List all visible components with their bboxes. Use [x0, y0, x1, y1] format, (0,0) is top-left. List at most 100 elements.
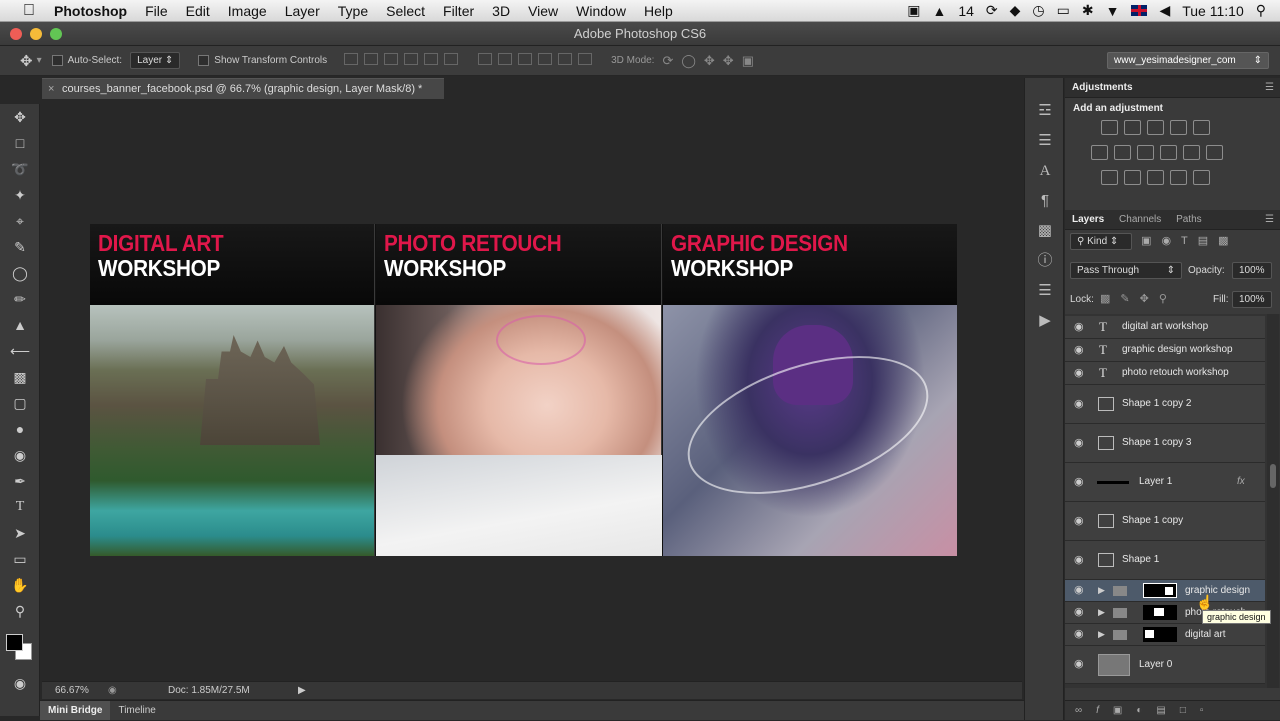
- visibility-eye-icon[interactable]: ◉: [1074, 624, 1084, 645]
- history-panel-icon[interactable]: ☰: [1025, 276, 1065, 306]
- menu-app-photoshop[interactable]: Photoshop: [54, 3, 127, 19]
- hand-tool-icon[interactable]: ✋: [0, 572, 40, 598]
- minimize-window-button[interactable]: [30, 28, 42, 40]
- timemachine-icon[interactable]: ◷: [1032, 2, 1044, 19]
- layers-scrollbar[interactable]: [1267, 314, 1279, 688]
- visibility-eye-icon[interactable]: ◉: [1074, 385, 1084, 423]
- menu-type[interactable]: Type: [338, 3, 368, 19]
- menu-3d[interactable]: 3D: [492, 3, 510, 19]
- new-adjustment-icon[interactable]: ◐: [1136, 705, 1156, 716]
- zoom-tool-icon[interactable]: ⚲: [0, 598, 40, 624]
- foreground-color-swatch[interactable]: [6, 634, 23, 651]
- transform-controls-checkbox[interactable]: [198, 55, 210, 66]
- auto-select-dropdown[interactable]: Layer ⇕: [130, 52, 181, 69]
- menu-help[interactable]: Help: [644, 3, 673, 19]
- add-style-icon[interactable]: f: [1096, 705, 1113, 716]
- layer-row[interactable]: ◉ Shape 1 copy: [1065, 502, 1265, 541]
- filter-kind-dropdown[interactable]: ⚲ Kind ⇕: [1070, 233, 1132, 250]
- character-panel-icon[interactable]: A: [1025, 156, 1065, 186]
- layer-mask-thumbnail[interactable]: [1143, 605, 1177, 620]
- fill-field[interactable]: 100%: [1232, 291, 1272, 308]
- healing-brush-tool-icon[interactable]: ◯: [0, 260, 40, 286]
- volume-icon[interactable]: ◀: [1159, 2, 1170, 19]
- menu-layer[interactable]: Layer: [285, 3, 320, 19]
- apple-menu-icon[interactable]: : [18, 2, 40, 20]
- brightness-contrast-icon[interactable]: [1101, 120, 1118, 135]
- close-window-button[interactable]: [10, 28, 22, 40]
- menu-image[interactable]: Image: [228, 3, 267, 19]
- tab-timeline[interactable]: Timeline: [110, 701, 163, 720]
- document-tab[interactable]: × courses_banner_facebook.psd @ 66.7% (g…: [42, 78, 444, 99]
- gradient-map-icon[interactable]: [1193, 170, 1210, 185]
- adjustments-panel-title[interactable]: Adjustments: [1072, 78, 1133, 98]
- filter-icons[interactable]: ▣◉T▤▩: [1141, 235, 1239, 247]
- selective-color-icon[interactable]: [1170, 170, 1187, 185]
- zoom-level[interactable]: 66.67%: [55, 682, 89, 700]
- brush-tool-icon[interactable]: ✏: [0, 286, 40, 312]
- new-layer-icon[interactable]: □: [1180, 705, 1200, 716]
- move-tool-icon[interactable]: ✥: [0, 104, 40, 130]
- layer-row[interactable]: ◉ Layer 0: [1065, 646, 1265, 684]
- actions-play-icon[interactable]: ▶: [1025, 306, 1065, 336]
- marquee-tool-icon[interactable]: □: [0, 130, 40, 156]
- add-mask-icon[interactable]: ▣: [1113, 705, 1136, 716]
- move-tool-preset-icon[interactable]: ✥: [20, 52, 33, 70]
- adobe-icon[interactable]: ▲: [932, 3, 946, 19]
- zoom-window-button[interactable]: [50, 28, 62, 40]
- sync-icon[interactable]: ⟳: [986, 2, 998, 19]
- exposure-icon[interactable]: [1170, 120, 1187, 135]
- drive-icon[interactable]: ◆: [1010, 2, 1021, 19]
- distribute-icons[interactable]: [475, 53, 595, 68]
- color-balance-icon[interactable]: [1114, 145, 1131, 160]
- expand-group-arrow-icon[interactable]: ▶: [1098, 624, 1105, 645]
- menu-view[interactable]: View: [528, 3, 558, 19]
- layer-group-row-selected[interactable]: ◉ ▶ graphic design: [1065, 580, 1265, 602]
- eraser-tool-icon[interactable]: ▩: [0, 364, 40, 390]
- visibility-eye-icon[interactable]: ◉: [1074, 502, 1084, 540]
- status-icon[interactable]: ◉: [108, 682, 117, 700]
- auto-select-checkbox[interactable]: [51, 55, 63, 66]
- menu-edit[interactable]: Edit: [186, 3, 210, 19]
- layer-mask-thumbnail[interactable]: [1143, 627, 1177, 642]
- posterize-icon[interactable]: [1124, 170, 1141, 185]
- layer-row[interactable]: ◉ Tdigital art workshop: [1065, 316, 1265, 339]
- blur-tool-icon[interactable]: ●: [0, 416, 40, 442]
- status-menu-arrow-icon[interactable]: ▶: [298, 682, 306, 700]
- menu-file[interactable]: File: [145, 3, 168, 19]
- magic-wand-tool-icon[interactable]: ✦: [0, 182, 40, 208]
- visibility-eye-icon[interactable]: ◉: [1074, 602, 1084, 623]
- clock[interactable]: Tue 11:10: [1182, 3, 1244, 19]
- menu-window[interactable]: Window: [576, 3, 626, 19]
- curves-icon[interactable]: [1147, 120, 1164, 135]
- layer-mask-thumbnail[interactable]: [1143, 583, 1177, 598]
- hue-saturation-icon[interactable]: [1091, 145, 1108, 160]
- spotlight-search-icon[interactable]: ⚲: [1256, 2, 1266, 19]
- visibility-eye-icon[interactable]: ◉: [1074, 339, 1084, 361]
- pen-tool-icon[interactable]: ✒: [0, 468, 40, 494]
- brush-presets-icon[interactable]: ☰: [1025, 126, 1065, 156]
- color-lookup-icon[interactable]: [1206, 145, 1223, 160]
- vibrance-icon[interactable]: [1193, 120, 1210, 135]
- menu-filter[interactable]: Filter: [443, 3, 474, 19]
- panel-menu-icon[interactable]: ☰: [1265, 78, 1274, 98]
- visibility-eye-icon[interactable]: ◉: [1074, 463, 1084, 501]
- bluetooth-icon[interactable]: ✱: [1082, 2, 1094, 19]
- expand-group-arrow-icon[interactable]: ▶: [1098, 580, 1105, 601]
- gradient-tool-icon[interactable]: ▢: [0, 390, 40, 416]
- layer-row[interactable]: ◉ Shape 1: [1065, 541, 1265, 580]
- black-white-icon[interactable]: [1137, 145, 1154, 160]
- invert-icon[interactable]: [1101, 170, 1118, 185]
- rectangle-tool-icon[interactable]: ▭: [0, 546, 40, 572]
- visibility-eye-icon[interactable]: ◉: [1074, 580, 1084, 601]
- channel-mixer-icon[interactable]: [1183, 145, 1200, 160]
- close-document-icon[interactable]: ×: [48, 79, 54, 99]
- lasso-tool-icon[interactable]: ➰: [0, 156, 40, 182]
- paragraph-panel-icon[interactable]: ¶: [1025, 186, 1065, 216]
- layers-panel-menu-icon[interactable]: ☰: [1265, 210, 1274, 230]
- visibility-eye-icon[interactable]: ◉: [1074, 362, 1084, 384]
- visibility-eye-icon[interactable]: ◉: [1074, 646, 1084, 683]
- quick-mask-icon[interactable]: ◉: [0, 670, 40, 696]
- layer-row[interactable]: ◉ Shape 1 copy 3: [1065, 424, 1265, 463]
- photo-filter-icon[interactable]: [1160, 145, 1177, 160]
- tab-layers[interactable]: Layers: [1072, 210, 1104, 230]
